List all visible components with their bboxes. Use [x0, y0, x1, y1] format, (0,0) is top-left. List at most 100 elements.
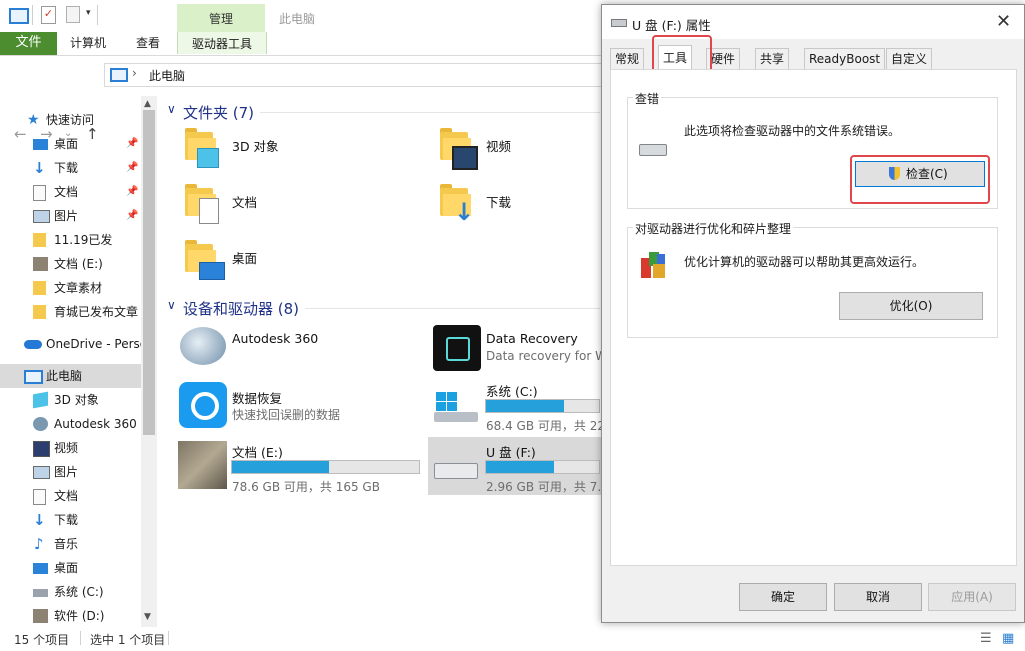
usb-drive-icon	[611, 19, 627, 27]
tools-panel: 查错 此选项将检查驱动器中的文件系统错误。 检查(C) 对驱动器进行优化和碎片整…	[610, 69, 1017, 566]
customize-toolbar-icon[interactable]: ▾	[86, 8, 91, 18]
document-icon	[199, 198, 219, 224]
quick-access-toolbar: ✓ ▾	[0, 0, 175, 32]
drive-thumbnail-icon	[33, 257, 48, 271]
collapse-chevron-icon[interactable]: ∨	[167, 102, 176, 116]
tab-sharing[interactable]: 共享	[755, 48, 790, 69]
folder-label: 视频	[486, 139, 512, 154]
sidebar-item-downloads[interactable]: ↓ 下载	[0, 508, 141, 532]
collapse-chevron-icon[interactable]: ∨	[167, 298, 176, 312]
folder-label: 3D 对象	[232, 139, 279, 154]
drive-properties-dialog: U 盘 (F:) 属性 ✕ 常规 工具 硬件 共享 ReadyBoost 自定义…	[601, 4, 1025, 623]
sidebar-item-label: 下载	[54, 513, 79, 527]
sidebar-item-quick-access[interactable]: ★ 快速访问	[0, 108, 141, 132]
folder-label: 文档	[232, 195, 258, 210]
group-divider	[305, 308, 600, 309]
sidebar-item-drive-d[interactable]: 软件 (D:)	[0, 604, 141, 628]
cube-icon	[33, 391, 48, 409]
device-description: 快速找回误删的数据	[232, 408, 341, 422]
sidebar-item-folder[interactable]: 文章素材	[0, 276, 141, 300]
drive-usage-fill	[486, 400, 564, 412]
optimize-button[interactable]: 优化(O)	[839, 292, 983, 320]
sidebar-item-desktop[interactable]: 桌面 📌	[0, 132, 141, 156]
sidebar-item-label: 桌面	[54, 561, 79, 575]
device-data-recovery[interactable]: Data Recovery Data recovery for W	[432, 323, 607, 375]
devices-group-header[interactable]: 设备和驱动器 (8)	[183, 298, 299, 319]
sidebar-item-music[interactable]: ♪ 音乐	[0, 532, 141, 556]
sidebar-scroll-thumb[interactable]	[143, 110, 155, 435]
cancel-button[interactable]: 取消	[834, 583, 922, 611]
folder-icon	[33, 233, 46, 247]
sidebar-item-downloads[interactable]: ↓ 下载 📌	[0, 156, 141, 180]
drive-c[interactable]: 系统 (C:) 68.4 GB 可用，共 22	[432, 380, 605, 433]
sidebar-item-desktop[interactable]: 桌面	[0, 556, 141, 580]
drive-f[interactable]: U 盘 (F:) 2.96 GB 可用，共 7.4	[428, 437, 609, 495]
tab-drive-tools[interactable]: 驱动器工具	[177, 32, 267, 54]
drive-e[interactable]: 文档 (E:) 78.6 GB 可用，共 165 GB	[178, 437, 420, 494]
folder-label: 桌面	[232, 251, 258, 266]
navigation-pane: ★ 快速访问 桌面 📌 ↓ 下载 📌 文档 📌 图片 📌 11.19已发 文档 …	[0, 100, 157, 627]
drive-free-space: 68.4 GB 可用，共 22	[486, 419, 605, 433]
sidebar-item-documents[interactable]: 文档	[0, 484, 141, 508]
this-pc-icon	[110, 68, 128, 82]
autodesk-icon	[180, 327, 226, 365]
device-data-restore[interactable]: 数据恢复 快速找回误删的数据	[178, 380, 418, 432]
cloud-icon	[24, 340, 42, 349]
drive-icon	[639, 144, 667, 156]
device-name: Data Recovery	[486, 331, 578, 346]
sidebar-item-documents[interactable]: 文档 📌	[0, 180, 141, 204]
sidebar-item-folder[interactable]: 11.19已发	[0, 228, 141, 252]
folder-icon	[33, 305, 46, 319]
sidebar-item-onedrive[interactable]: OneDrive - Perso	[0, 332, 141, 356]
sidebar-item-label: 音乐	[54, 537, 79, 551]
new-file-icon[interactable]	[66, 6, 80, 23]
sidebar-item-drive-e[interactable]: 文档 (E:)	[0, 252, 141, 276]
window-title: 此电脑	[279, 12, 316, 26]
scroll-down-icon[interactable]: ▼	[144, 612, 151, 622]
device-autodesk-360[interactable]: Autodesk 360	[178, 323, 418, 375]
sidebar-item-label: 此电脑	[46, 369, 83, 383]
folders-group-header[interactable]: 文件夹 (7)	[183, 102, 254, 123]
sidebar-item-3d-objects[interactable]: 3D 对象	[0, 388, 141, 412]
optimize-description: 优化计算机的驱动器可以帮助其更高效运行。	[684, 255, 925, 269]
large-icons-view-icon[interactable]: ▦	[1002, 628, 1014, 650]
folder-icon	[33, 281, 46, 295]
drive-usage-bar	[231, 460, 420, 474]
dialog-titlebar: U 盘 (F:) 属性 ✕	[602, 5, 1024, 39]
drive-usage-fill	[232, 461, 330, 473]
sidebar-item-label: 11.19已发	[54, 233, 113, 247]
drive-free-space: 78.6 GB 可用，共 165 GB	[232, 480, 380, 494]
sidebar-item-autodesk[interactable]: Autodesk 360	[0, 412, 141, 436]
sidebar-item-label: 文档	[54, 185, 79, 199]
sidebar-item-label: OneDrive - Perso	[46, 337, 141, 351]
sidebar-item-label: 下载	[54, 161, 79, 175]
close-icon[interactable]: ✕	[996, 11, 1011, 32]
sidebar-item-drive-c[interactable]: 系统 (C:)	[0, 580, 141, 604]
drive-free-space: 2.96 GB 可用，共 7.4	[486, 480, 609, 494]
tab-computer[interactable]: 计算机	[70, 32, 106, 55]
tab-customize[interactable]: 自定义	[886, 48, 933, 69]
ok-button[interactable]: 确定	[739, 583, 827, 611]
document-icon	[33, 489, 46, 505]
scroll-up-icon[interactable]: ▲	[144, 99, 151, 109]
apply-button[interactable]: 应用(A)	[928, 583, 1016, 611]
sidebar-item-folder[interactable]: 育城已发布文章	[0, 300, 141, 324]
sidebar-item-videos[interactable]: 视频	[0, 436, 141, 460]
sidebar-item-pictures[interactable]: 图片	[0, 460, 141, 484]
pin-icon: 📌	[126, 210, 139, 221]
details-view-icon[interactable]: ☰	[980, 628, 992, 650]
tab-readyboost[interactable]: ReadyBoost	[804, 48, 886, 69]
sidebar-item-this-pc[interactable]: 此电脑	[0, 364, 141, 388]
tab-view[interactable]: 查看	[136, 32, 160, 55]
pin-icon: 📌	[126, 186, 139, 197]
drive-usage-bar	[485, 399, 600, 413]
pin-icon: 📌	[126, 138, 139, 149]
check-button-highlight	[850, 155, 990, 204]
address-input[interactable]: › 此电脑	[104, 63, 602, 87]
sidebar-item-pictures[interactable]: 图片 📌	[0, 204, 141, 228]
breadcrumb-this-pc[interactable]: 此电脑	[149, 67, 185, 84]
properties-icon[interactable]: ✓	[41, 6, 56, 24]
drive-thumbnail-icon	[33, 609, 48, 623]
tab-file[interactable]: 文件	[0, 32, 57, 55]
tab-general[interactable]: 常规	[610, 48, 645, 69]
